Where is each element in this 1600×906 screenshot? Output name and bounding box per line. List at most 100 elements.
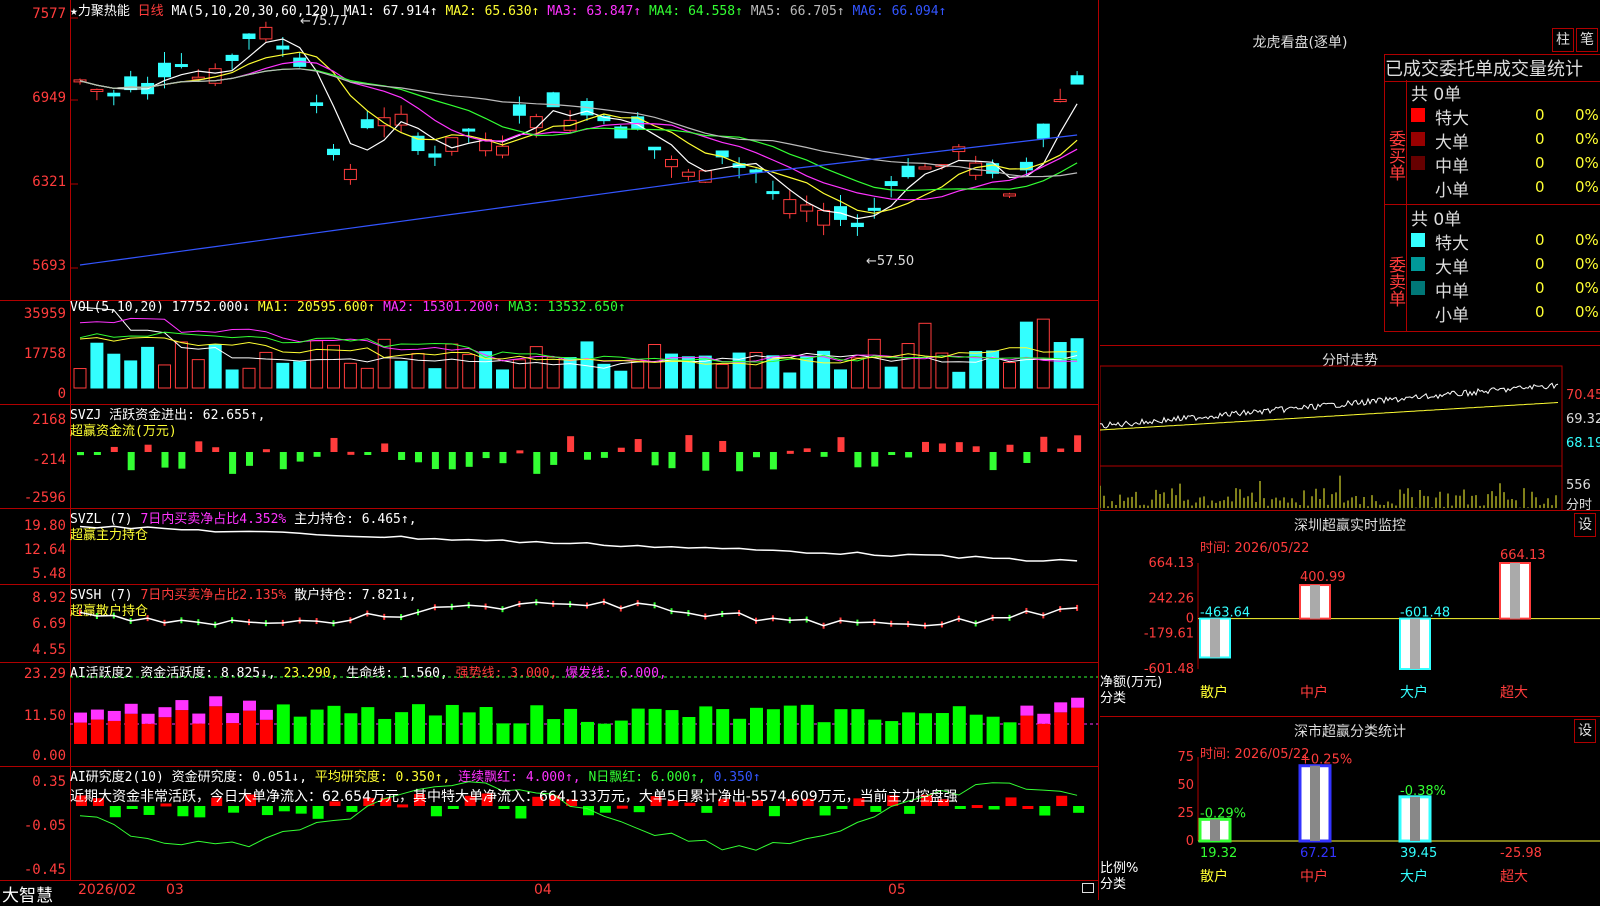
retail-holding-line bbox=[79, 600, 1078, 627]
intraday-avg-line bbox=[1100, 402, 1559, 431]
activity-top bbox=[1054, 702, 1068, 713]
candle bbox=[648, 146, 662, 151]
research-bar bbox=[126, 806, 138, 809]
volume-bar bbox=[310, 340, 324, 389]
order-pct: 0% bbox=[1575, 154, 1599, 172]
volume-bar bbox=[293, 361, 307, 389]
ai-research-panel[interactable]: 0.35 -0.05 -0.45 AI研究度2(10) 资金研究度: 0.051… bbox=[0, 766, 1098, 880]
candle bbox=[174, 64, 188, 68]
volume-bar bbox=[1053, 342, 1067, 389]
volume-bar bbox=[648, 343, 662, 389]
svzj-panel[interactable]: 2168 -214 -2596 SVZJ 活跃资金进出: 62.655↑, 超赢… bbox=[0, 404, 1098, 509]
date-label: 2026/02 bbox=[78, 882, 137, 898]
volume-panel[interactable]: 35959 17758 0 VOL(5,10,20) 17752.000↓ MA… bbox=[0, 300, 1098, 405]
fund-flow-bar bbox=[922, 441, 929, 452]
candle bbox=[462, 128, 476, 132]
order-type-label: 小单 bbox=[1435, 306, 1469, 326]
activity-bar bbox=[1003, 722, 1017, 744]
activity-bar bbox=[885, 721, 899, 744]
order-color-swatch bbox=[1411, 305, 1425, 319]
fund-flow-bar bbox=[702, 452, 710, 471]
classify-category-label: 分类 bbox=[1100, 877, 1127, 892]
volume-bar bbox=[174, 341, 188, 389]
fund-flow-bar bbox=[736, 452, 744, 472]
activity-bar bbox=[868, 719, 882, 744]
classify-bar-shade bbox=[1310, 765, 1320, 841]
order-color-swatch bbox=[1411, 233, 1425, 247]
sell-block: 委卖单 共 0单 特大 0 0% 大单 0 0% 中单 0 0% 小单 0 0% bbox=[1384, 204, 1600, 332]
candle bbox=[90, 88, 104, 92]
research-bar bbox=[228, 806, 240, 813]
candle bbox=[665, 159, 678, 168]
sell-total: 共 0单 bbox=[1411, 210, 1462, 230]
order-count: 0 bbox=[1535, 231, 1545, 249]
volume-bar bbox=[428, 368, 442, 389]
activity-top bbox=[158, 707, 172, 718]
longhu-panel: 龙虎看盘(逐单) 柱 笔 已成交委托单成交量统计 委买单 共 0单 特大 0 0% 大… bbox=[1100, 0, 1600, 345]
fund-flow-bar bbox=[989, 452, 997, 471]
activity-bar bbox=[243, 710, 256, 744]
activity-top bbox=[107, 710, 121, 721]
activity-bar bbox=[547, 719, 561, 744]
app-logo: 大智慧 bbox=[2, 886, 53, 906]
candlestick-chart[interactable] bbox=[0, 0, 1098, 300]
volume-bar bbox=[952, 371, 966, 389]
intraday-y-label: 70.45 bbox=[1566, 388, 1600, 403]
bar-mode-button[interactable]: 柱 bbox=[1552, 28, 1574, 52]
candle bbox=[1070, 75, 1084, 85]
fund-flow-bar bbox=[313, 452, 321, 457]
candle bbox=[884, 181, 898, 187]
intraday-panel[interactable]: 分时走势 70.45 69.32 68.19 556 分时 bbox=[1100, 345, 1600, 513]
volume-bar bbox=[867, 338, 881, 389]
activity-bar bbox=[935, 713, 949, 744]
activity-bar bbox=[766, 709, 780, 744]
activity-bar bbox=[783, 705, 797, 744]
classify-y-tick: 0 bbox=[1186, 834, 1194, 849]
research-bar bbox=[447, 806, 459, 809]
volume-bar bbox=[462, 354, 476, 389]
fund-flow-bar bbox=[347, 451, 355, 455]
activity-bar bbox=[648, 708, 662, 744]
lock-icon[interactable] bbox=[1082, 883, 1094, 893]
fund-flow-bar bbox=[398, 452, 406, 460]
order-pct: 0% bbox=[1575, 303, 1599, 321]
classify-bar-shade bbox=[1410, 796, 1420, 841]
volume-bar bbox=[411, 353, 425, 389]
fund-flow-bar bbox=[786, 450, 794, 454]
candle bbox=[867, 207, 881, 211]
ai-activity-chart bbox=[70, 676, 1098, 744]
volume-bar bbox=[327, 344, 340, 389]
activity-bar bbox=[800, 704, 814, 744]
ai-activity-panel[interactable]: 23.29 11.50 0.00 AI活跃度2 资金活跃度: 8.825↓, 2… bbox=[0, 662, 1098, 767]
price-panel[interactable]: 7577 6949 6321 5693 ★力聚热能 日线 MA(5,10,20,… bbox=[0, 0, 1098, 301]
fund-flow-bar bbox=[195, 441, 203, 452]
svsh-chart bbox=[79, 598, 1079, 629]
classify-value-label: 67.21 bbox=[1300, 846, 1337, 861]
monitor-y-tick: 0 bbox=[1186, 612, 1194, 627]
order-type-label: 中单 bbox=[1435, 282, 1469, 302]
tick-mode-button[interactable]: 笔 bbox=[1576, 28, 1598, 52]
svzl-panel[interactable]: 19.80 12.64 5.48 SVZL (7) 7日内买卖净占比4.352%… bbox=[0, 508, 1098, 585]
activity-bar bbox=[344, 713, 358, 744]
research-bar bbox=[194, 806, 206, 818]
classify-y-tick: 50 bbox=[1177, 778, 1194, 793]
activity-bar bbox=[631, 708, 645, 744]
volume-bar bbox=[1019, 321, 1033, 389]
order-count: 0 bbox=[1535, 106, 1545, 124]
research-bar bbox=[295, 806, 307, 814]
monitor-category: 超大 bbox=[1500, 685, 1528, 701]
activity-bar bbox=[496, 723, 510, 744]
volume-bar bbox=[360, 367, 374, 389]
candle bbox=[158, 62, 171, 78]
fund-flow-bar bbox=[110, 446, 118, 452]
fund-flow-bar bbox=[685, 435, 693, 452]
volume-bar bbox=[783, 372, 797, 389]
svsh-panel[interactable]: 8.92 6.69 4.55 SVSH (7) 7日内买卖净占比2.135% 散… bbox=[0, 584, 1098, 663]
fund-flow-bar bbox=[769, 452, 777, 470]
classify-value-label: -25.98 bbox=[1500, 846, 1542, 861]
monitor-bar-shade bbox=[1310, 585, 1320, 619]
research-bar bbox=[261, 806, 273, 816]
activity-bar bbox=[952, 706, 966, 744]
fund-flow-bar bbox=[719, 440, 727, 452]
activity-bar bbox=[1020, 715, 1034, 744]
